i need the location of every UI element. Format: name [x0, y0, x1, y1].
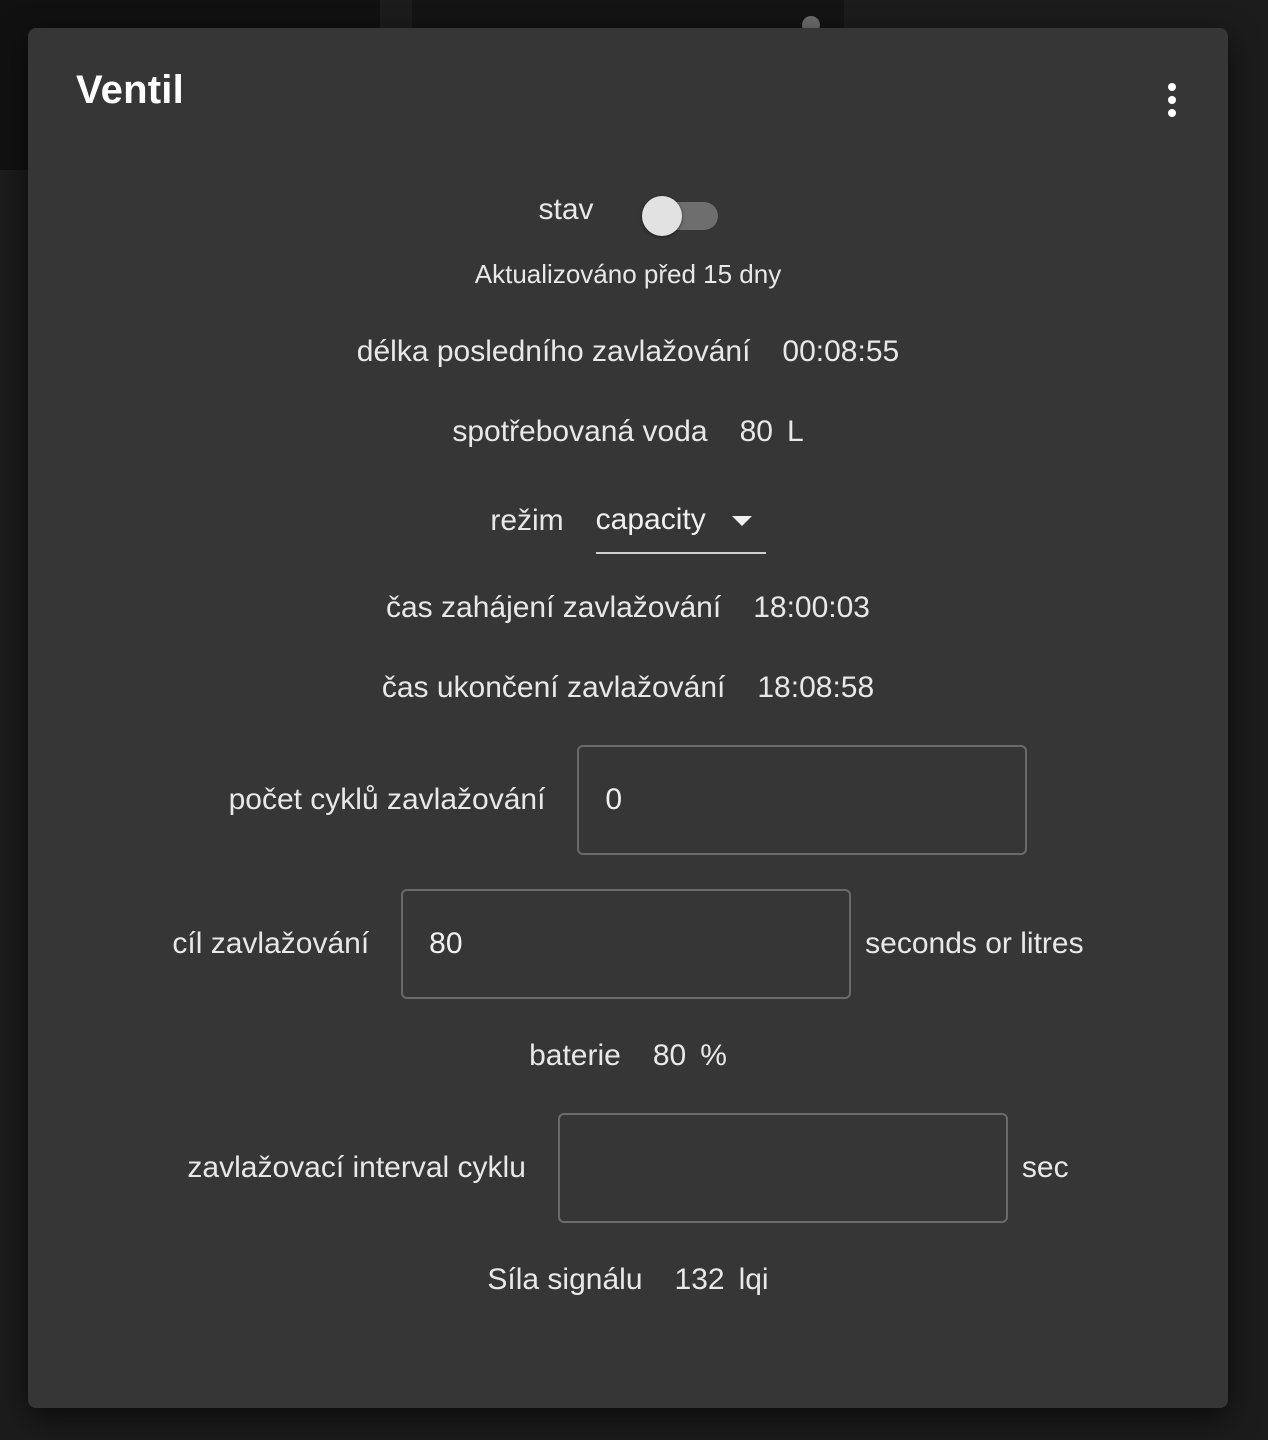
cycles-label: počet cyklů zavlažování [228, 783, 546, 816]
signal-label: Síla signálu [487, 1263, 643, 1296]
dropdown-arrow-icon [731, 516, 752, 526]
state-row: stav [28, 184, 1228, 236]
start-time-label: čas zahájení zavlažování [386, 591, 722, 624]
signal-value: 132 [674, 1263, 725, 1296]
signal-row: Síla signálu 132 lqi [28, 1258, 1228, 1302]
cycle-interval-label: zavlažovací interval cyklu [187, 1151, 526, 1184]
dialog-title: Ventil [76, 68, 184, 112]
entity-dialog: Ventil stav Aktualizováno před 15 dny dé… [28, 28, 1228, 1408]
end-time-value: 18:08:58 [757, 671, 875, 704]
cycle-interval-row: zavlažovací interval cyklu sec [28, 1112, 1228, 1224]
water-used-row: spotřebovaná voda 80 L [28, 410, 1228, 454]
target-input[interactable] [401, 889, 852, 999]
last-updated-text: Aktualizováno před 15 dny [474, 258, 782, 289]
mode-select[interactable]: capacity [595, 488, 766, 554]
updated-row: Aktualizováno před 15 dny [28, 254, 1228, 294]
mode-row: režim capacity [28, 488, 1228, 554]
toggle-thumb [641, 196, 682, 236]
more-vertical-icon[interactable] [1152, 78, 1192, 122]
cycle-interval-input[interactable] [557, 1113, 1008, 1223]
end-time-label: čas ukončení zavlažování [381, 671, 726, 704]
cycles-input[interactable] [577, 745, 1028, 855]
target-label: cíl zavlažování [172, 927, 370, 960]
mode-select-value: capacity [595, 503, 706, 536]
battery-value: 80 [652, 1039, 687, 1072]
last-duration-row: délka posledního zavlažování 00:08:55 [28, 330, 1228, 374]
water-used-value: 80 [739, 415, 773, 448]
end-time-row: čas ukončení zavlažování 18:08:58 [28, 666, 1228, 710]
target-unit: seconds or litres [865, 927, 1084, 960]
state-label: stav [538, 193, 594, 226]
water-used-label: spotřebovaná voda [452, 415, 708, 448]
cycles-row: počet cyklů zavlažování [28, 744, 1228, 856]
battery-row: baterie 80 % [28, 1034, 1228, 1078]
target-row: cíl zavlažování seconds or litres [28, 888, 1228, 1000]
battery-unit: % [700, 1039, 727, 1072]
last-duration-value: 00:08:55 [782, 335, 900, 368]
mode-label: režim [490, 504, 564, 537]
battery-label: baterie [529, 1039, 621, 1072]
state-toggle[interactable] [641, 188, 718, 236]
last-duration-label: délka posledního zavlažování [356, 335, 751, 368]
start-time-value: 18:00:03 [753, 591, 870, 624]
start-time-row: čas zahájení zavlažování 18:00:03 [28, 586, 1228, 630]
cycle-interval-unit: sec [1021, 1151, 1069, 1184]
signal-unit: lqi [738, 1263, 769, 1296]
water-used-unit: L [786, 415, 804, 448]
